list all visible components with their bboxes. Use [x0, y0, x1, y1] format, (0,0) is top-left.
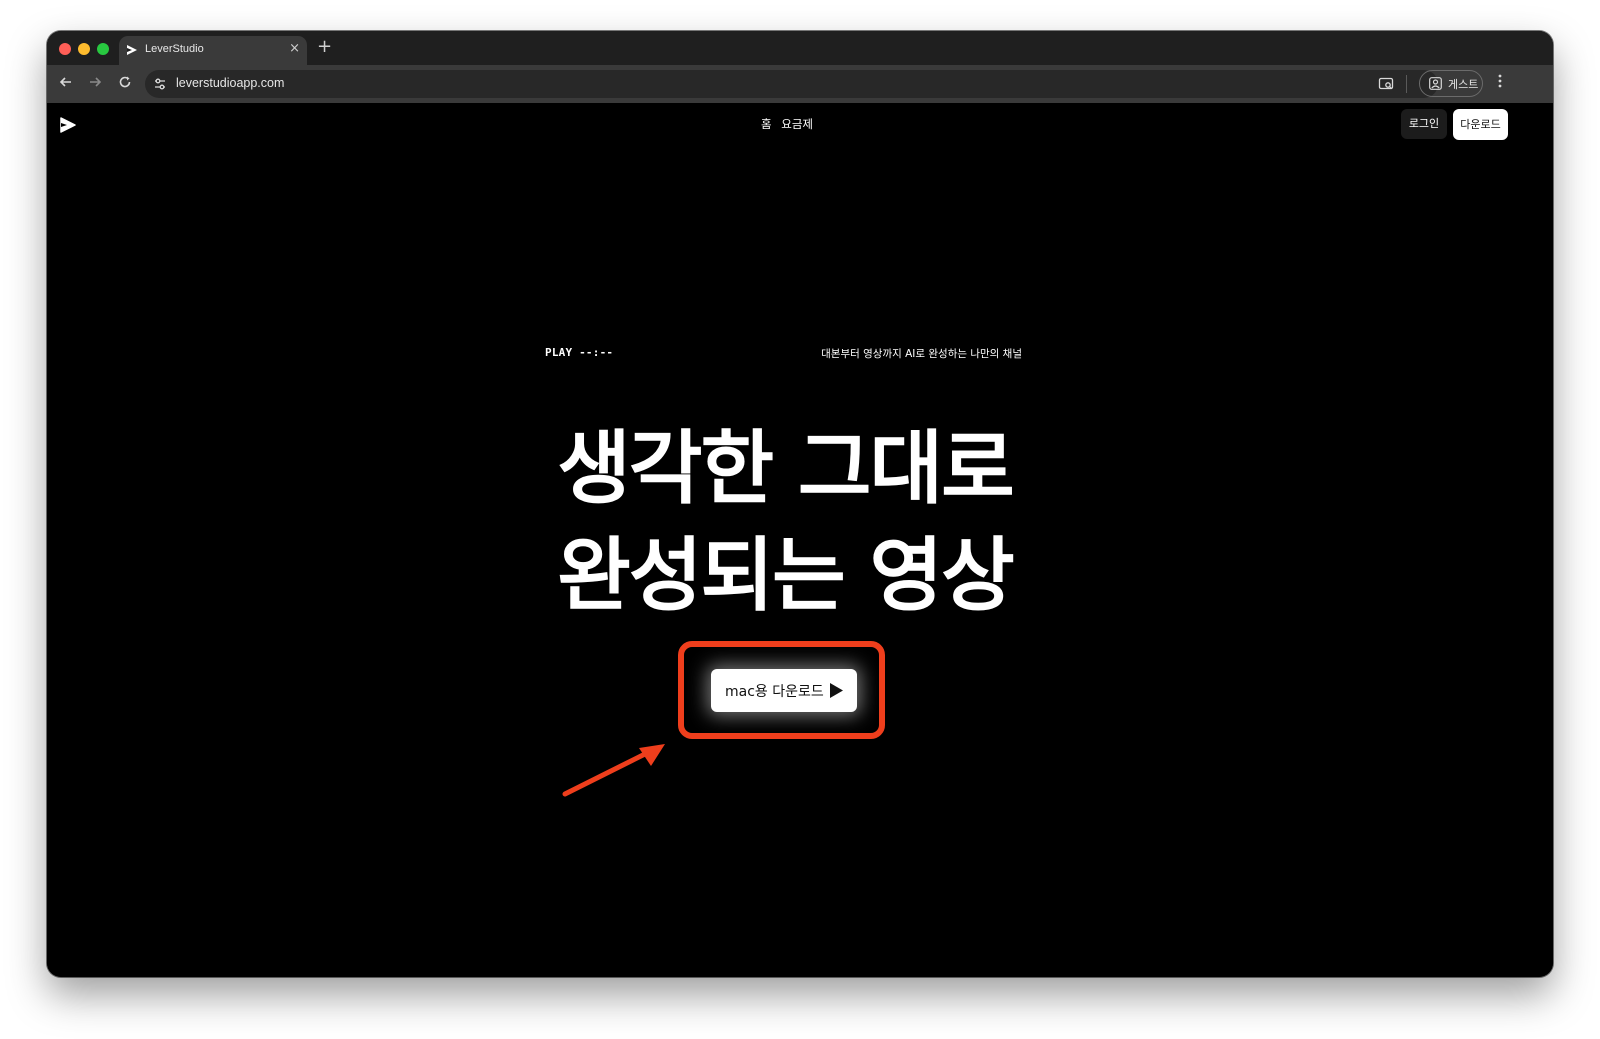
nav-pricing-link[interactable]: 요금제 [781, 117, 813, 131]
url-text[interactable]: leverstudioapp.com [176, 76, 284, 90]
browser-window: LeverStudio × + leverstudioapp.com 게스트 홈… [47, 31, 1553, 977]
browser-toolbar: leverstudioapp.com 게스트 [47, 65, 1553, 103]
tagline: 대본부터 영상까지 AI로 완성하는 나만의 채널 [821, 348, 1022, 360]
annotation-arrow-icon [562, 744, 665, 797]
mac-download-button[interactable]: mac용 다운로드 [711, 669, 857, 712]
profile-button[interactable]: 게스트 [1419, 70, 1483, 97]
play-readout: PLAY --:-- [545, 346, 614, 359]
maximize-window-button[interactable] [97, 43, 109, 55]
close-window-button[interactable] [59, 43, 71, 55]
hero-heading: 생각한 그대로 완성되는 영상 [450, 415, 1120, 629]
header-download-button[interactable]: 다운로드 [1453, 109, 1508, 140]
site-nav: 홈 요금제 [761, 116, 819, 132]
web-page: 홈 요금제 로그인 다운로드 PLAY --:-- 대본부터 영상까지 AI로 … [47, 103, 1553, 977]
kebab-menu-icon[interactable] [1498, 74, 1502, 94]
profile-label: 게스트 [1448, 78, 1479, 91]
play-arrow-icon [830, 683, 843, 698]
site-logo-icon[interactable] [59, 116, 77, 134]
back-arrow-icon[interactable] [56, 74, 76, 94]
toolbar-divider [1406, 75, 1407, 93]
site-settings-icon[interactable] [153, 77, 167, 91]
hero-line-1: 생각한 그대로 [557, 422, 1014, 515]
login-button[interactable]: 로그인 [1401, 109, 1447, 139]
cast-icon[interactable] [1378, 76, 1394, 92]
nav-home-link[interactable]: 홈 [761, 117, 772, 131]
forward-arrow-icon[interactable] [85, 74, 105, 94]
cta-label: mac용 다운로드 [725, 684, 824, 700]
play-logo-icon [127, 45, 137, 55]
address-bar[interactable]: leverstudioapp.com [145, 70, 1438, 98]
new-tab-button[interactable]: + [317, 37, 332, 57]
tab-strip: LeverStudio × + [47, 31, 1553, 65]
tab-title: LeverStudio [145, 43, 204, 55]
browser-tab[interactable]: LeverStudio × [119, 36, 307, 65]
hero-line-2: 완성되는 영상 [557, 529, 1014, 622]
tab-close-icon[interactable]: × [289, 41, 300, 57]
profile-icon [1429, 77, 1442, 90]
minimize-window-button[interactable] [78, 43, 90, 55]
reload-icon[interactable] [115, 74, 135, 94]
